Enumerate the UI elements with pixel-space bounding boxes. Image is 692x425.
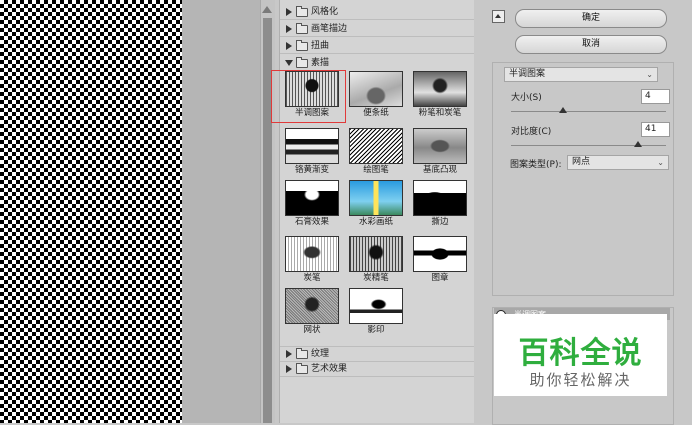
pattern-type-value: 网点 [572, 157, 591, 167]
expand-arrow-icon [286, 8, 292, 16]
collapse-panel-icon[interactable] [492, 10, 505, 23]
size-slider-track[interactable] [511, 111, 666, 112]
thumbnail-image [349, 236, 403, 272]
filter-select[interactable]: 半调图案 ⌄ [504, 67, 658, 82]
filter-thumb-plaster[interactable]: 石膏效果 [281, 180, 343, 228]
contrast-slider-track[interactable] [511, 145, 666, 146]
thumbnail-image [349, 71, 403, 107]
filter-thumb-reticulation[interactable]: 网状 [281, 288, 343, 336]
filter-gallery-list: 风格化 画笔描边 扭曲 素描 半调图案 便条纸 粉笔和炭笔 铬黄渐变 绘图笔 基… [279, 0, 474, 423]
scroll-up-arrow-icon[interactable] [262, 6, 272, 13]
collapse-arrow-icon [285, 60, 293, 66]
filter-thumb-torn-edges[interactable]: 撕边 [409, 180, 471, 228]
filter-thumb-note-paper[interactable]: 便条纸 [345, 71, 407, 119]
chevron-down-icon: ⌄ [657, 158, 664, 167]
category-label: 艺术效果 [311, 364, 348, 374]
filter-select-value: 半调图案 [509, 69, 546, 79]
thumbnail-label: 炭笔 [303, 273, 321, 283]
category-label: 纹理 [311, 349, 330, 359]
filter-thumb-stamp[interactable]: 图章 [409, 236, 471, 284]
chevron-down-icon: ⌄ [646, 70, 653, 79]
contrast-input[interactable]: 41 [641, 122, 670, 137]
thumbnail-image [413, 71, 467, 107]
folder-icon [296, 23, 308, 34]
thumbnail-image [285, 236, 339, 272]
thumbnail-image [413, 236, 467, 272]
category-label: 扭曲 [311, 41, 330, 51]
expand-arrow-icon [286, 42, 292, 50]
watermark-title: 百科全说 [518, 336, 643, 371]
pattern-type-select[interactable]: 网点 ⌄ [567, 155, 669, 170]
ok-button[interactable]: 确定 [515, 9, 667, 28]
filter-thumb-conte-crayon[interactable]: 炭精笔 [345, 236, 407, 284]
category-sketch[interactable]: 素描 [280, 56, 474, 70]
filter-thumb-photocopy[interactable]: 影印 [345, 288, 407, 336]
preview-canvas[interactable] [0, 0, 182, 423]
thumbnail-label: 炭精笔 [363, 273, 389, 283]
thumbnail-image [349, 288, 403, 324]
thumbnail-image [413, 128, 467, 164]
thumbnail-image [349, 180, 403, 216]
folder-icon [296, 6, 308, 17]
thumbnail-label: 基底凸现 [422, 165, 457, 175]
filter-thumb-water-paper[interactable]: 水彩画纸 [345, 180, 407, 228]
thumbnail-label: 绘图笔 [363, 165, 389, 175]
thumbnail-image [285, 288, 339, 324]
pattern-type-label: 图案类型(P): [510, 160, 562, 170]
folder-icon [296, 363, 308, 374]
folder-icon [296, 348, 308, 359]
expand-arrow-icon [286, 365, 292, 373]
thumbnail-label: 图章 [431, 273, 449, 283]
category-label: 风格化 [311, 7, 339, 17]
contrast-slider-knob[interactable] [634, 141, 643, 147]
expand-arrow-icon [286, 25, 292, 33]
thumbnail-label: 铬黄渐变 [294, 165, 329, 175]
filter-thumb-bas-relief[interactable]: 基底凸现 [409, 128, 471, 176]
folder-open-icon [296, 57, 308, 68]
thumbnail-image [285, 180, 339, 216]
expand-arrow-icon [286, 350, 292, 358]
category-texture[interactable]: 纹理 [280, 346, 474, 362]
selected-filter-highlight [271, 70, 346, 123]
thumbnail-image [349, 128, 403, 164]
preview-gutter [182, 0, 260, 423]
category-stylize[interactable]: 风格化 [280, 5, 474, 20]
size-input[interactable]: 4 [641, 89, 670, 104]
category-brush-strokes[interactable]: 画笔描边 [280, 22, 474, 37]
filter-thumb-chalk-charcoal[interactable]: 粉笔和炭笔 [409, 71, 471, 119]
thumbnail-label: 撕边 [431, 217, 449, 227]
thumbnail-label: 石膏效果 [294, 217, 329, 227]
filter-thumb-graphic-pen[interactable]: 绘图笔 [345, 128, 407, 176]
thumbnail-label: 影印 [367, 325, 385, 335]
watermark-logo: 百科全说 助你轻松解决 [494, 314, 667, 396]
thumbnail-label: 水彩画纸 [358, 217, 393, 227]
size-slider-knob[interactable] [558, 107, 567, 113]
size-label: 大小(S) [511, 93, 542, 103]
thumbnail-image [285, 128, 339, 164]
filter-thumb-charcoal[interactable]: 炭笔 [281, 236, 343, 284]
folder-icon [296, 40, 308, 51]
category-label: 素描 [311, 58, 330, 68]
category-label: 画笔描边 [311, 24, 348, 34]
watermark-subtitle: 助你轻松解决 [529, 371, 632, 389]
thumbnail-label: 网状 [303, 325, 321, 335]
filter-thumb-chrome[interactable]: 铬黄渐变 [281, 128, 343, 176]
thumbnail-label: 便条纸 [363, 108, 389, 118]
category-artistic[interactable]: 艺术效果 [280, 362, 474, 377]
cancel-button[interactable]: 取消 [515, 35, 667, 54]
thumbnail-image [413, 180, 467, 216]
thumbnail-label: 粉笔和炭笔 [418, 108, 462, 118]
category-distort[interactable]: 扭曲 [280, 39, 474, 54]
contrast-label: 对比度(C) [511, 127, 552, 137]
